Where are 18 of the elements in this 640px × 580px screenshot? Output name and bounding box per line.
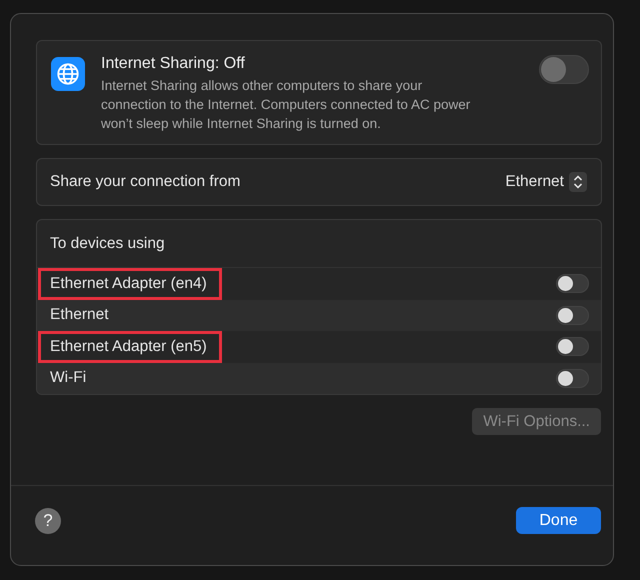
source-popup[interactable]: Ethernet (505, 172, 587, 192)
toggle-switch[interactable] (556, 368, 589, 388)
globe-icon (51, 57, 85, 91)
toggle-switch[interactable] (539, 55, 589, 84)
devices-heading: To devices using (50, 234, 165, 252)
device-name: Ethernet Adapter (en5) (38, 330, 222, 363)
device-name: Wi-Fi (49, 368, 88, 388)
toggle-switch[interactable] (556, 306, 589, 325)
toggle-switch[interactable] (556, 274, 589, 294)
device-name: Ethernet (49, 305, 110, 326)
sharing-title: Internet Sharing: Off (101, 55, 246, 73)
help-button[interactable]: ? (35, 508, 61, 534)
device-name: Ethernet Adapter (en4) (38, 268, 222, 300)
toggle-switch[interactable] (556, 337, 589, 356)
stepper-icon (569, 172, 587, 192)
sharing-description: Internet Sharing allows other computers to share your connection to the Internet. Computers connected to AC power won’t sleep while Internet Sharing is turned on. (101, 77, 472, 133)
done-button[interactable]: Done (516, 507, 601, 534)
share-from-label: Share your connection from (50, 173, 240, 191)
